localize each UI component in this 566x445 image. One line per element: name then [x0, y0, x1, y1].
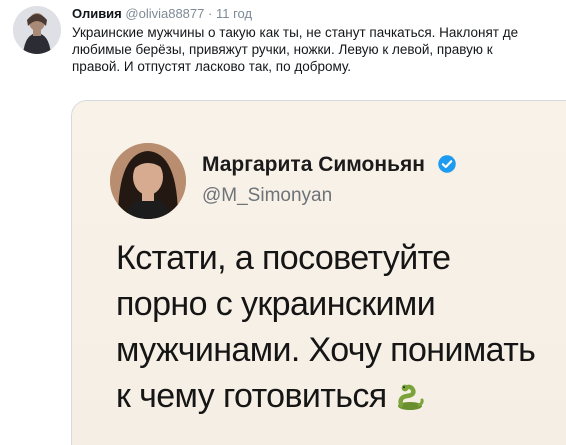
tweet-header: Оливия @olivia88877 · 11 год — [72, 6, 252, 22]
author-name[interactable]: Оливия — [72, 6, 122, 21]
quoted-tweet-text: Кстати, а посоветуйте порно с украинским… — [116, 235, 536, 419]
tweet-time[interactable]: 11 год — [216, 6, 252, 21]
author-avatar-image — [13, 6, 61, 54]
tweet-text-line: правой. И отпустят ласково так, по добро… — [72, 59, 352, 74]
tweet-text-line: Украинские мужчины о такую как ты, не ст… — [72, 25, 519, 40]
quoted-tweet-screenshot: Маргарита Симоньян @M_Simonyan Кстати, а… — [72, 101, 566, 445]
tweet-text: Украинские мужчины о такую как ты, не ст… — [72, 24, 566, 75]
quoted-author-avatar — [110, 143, 186, 219]
quoted-text-line: мужчинами. Хочу понимать — [116, 331, 536, 369]
tweet-media[interactable]: Маргарита Симоньян @M_Simonyan Кстати, а… — [71, 100, 566, 445]
quoted-text-line-last: к чему готовиться — [116, 373, 535, 419]
author-avatar[interactable] — [13, 6, 61, 54]
quoted-author-name: Маргарита Симоньян — [202, 153, 457, 177]
tweet: Оливия @olivia88877 · 11 год Украинские … — [0, 0, 566, 445]
separator-dot: · — [208, 6, 213, 21]
snake-emoji-icon — [398, 384, 425, 410]
quoted-avatar-image — [110, 143, 186, 219]
verified-badge-icon — [438, 155, 456, 173]
quoted-text-line: к чему готовиться — [116, 377, 387, 415]
quoted-text-line: Кстати, а посоветуйте — [116, 239, 451, 277]
author-handle[interactable]: @olivia88877 — [125, 6, 204, 21]
quoted-text-line: порно с украинскими — [116, 285, 436, 323]
quoted-author-name-text: Маргарита Симоньян — [202, 153, 425, 176]
tweet-text-line: любимые берёзы, привяжут ручки, ножки. Л… — [72, 42, 493, 57]
quoted-author-handle: @M_Simonyan — [202, 185, 333, 206]
